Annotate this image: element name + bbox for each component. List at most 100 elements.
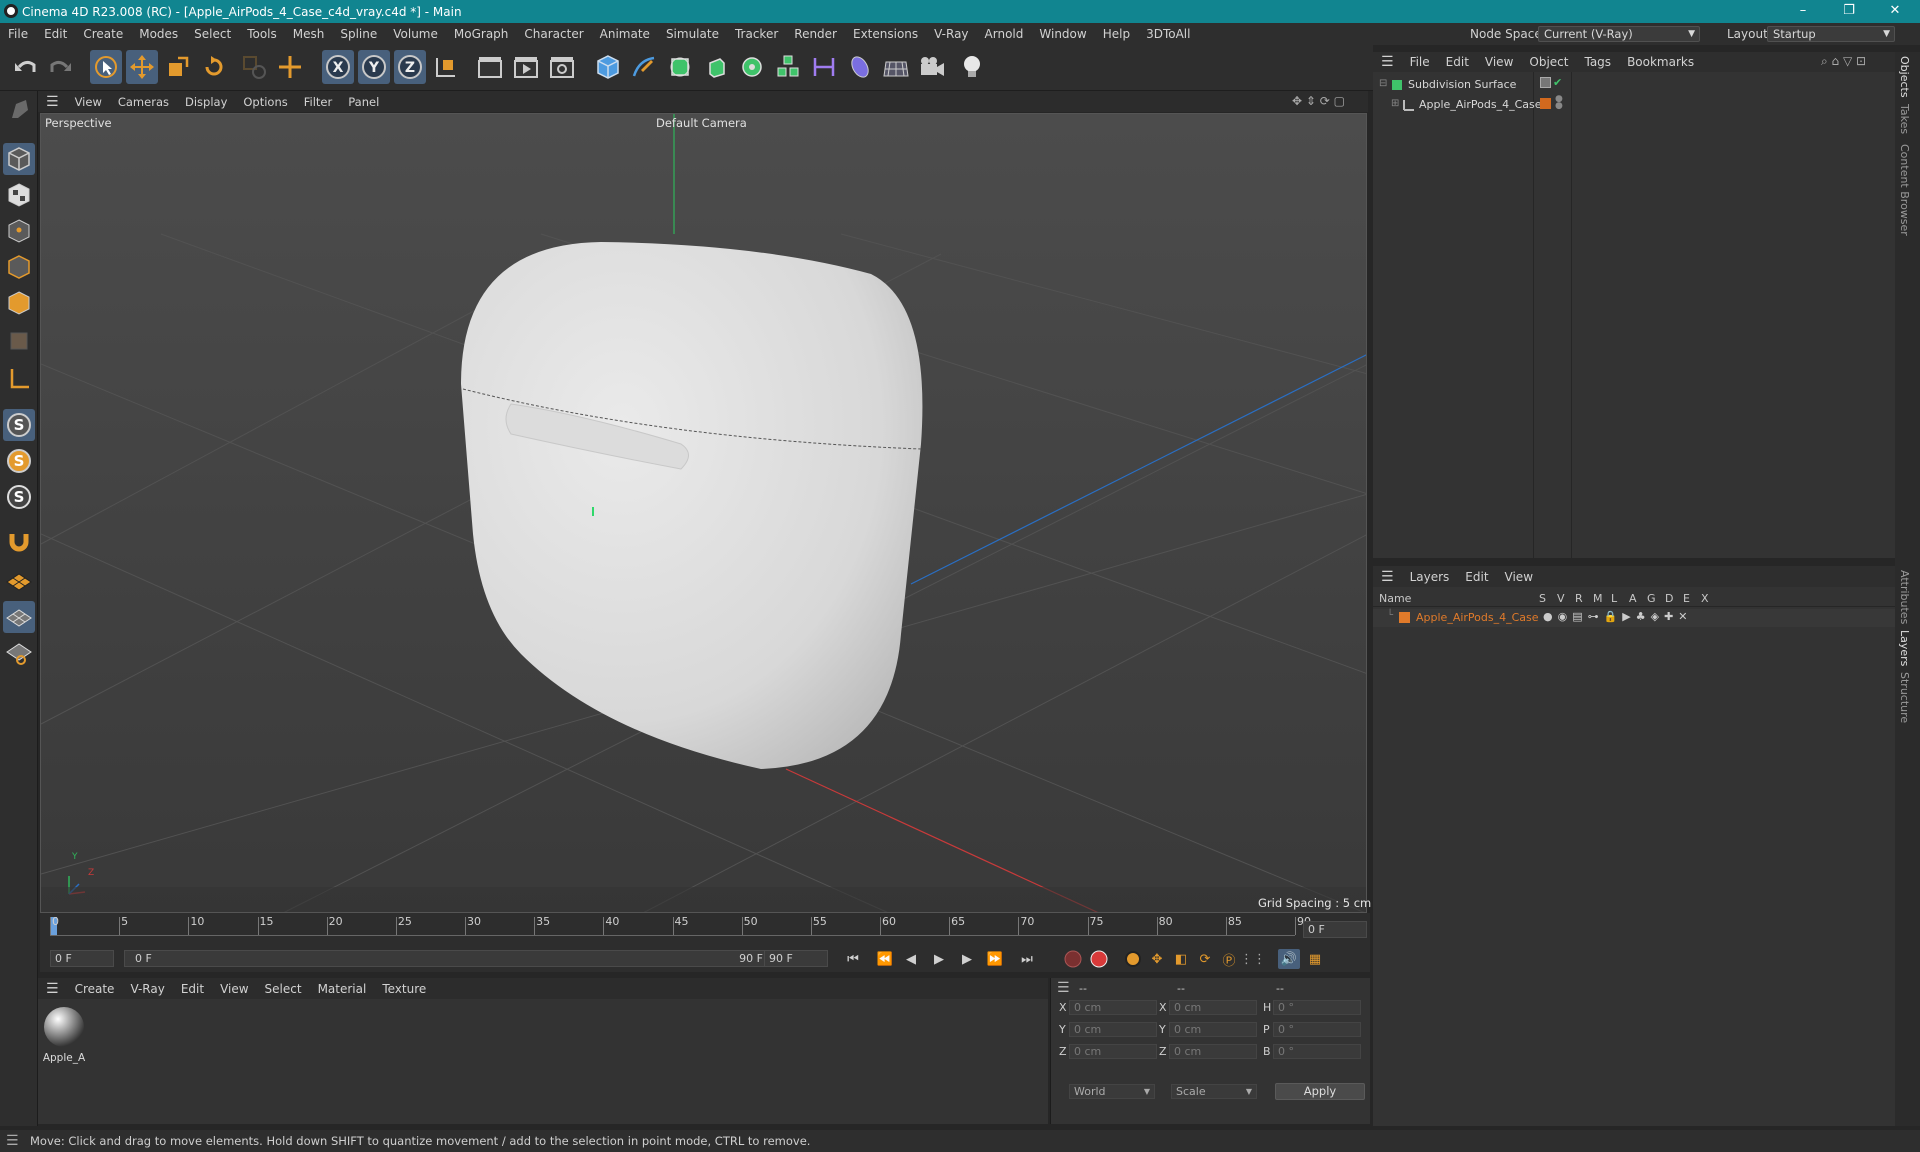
snap-settings-button[interactable]: S bbox=[3, 445, 35, 477]
key-scale-button[interactable]: ◧ bbox=[1170, 949, 1192, 969]
coordinate-system-button[interactable] bbox=[430, 50, 462, 84]
array-button[interactable] bbox=[772, 50, 804, 84]
subdivision-button[interactable] bbox=[664, 50, 696, 84]
next-key-button[interactable]: ⏩ bbox=[984, 949, 1006, 969]
panel-splitter[interactable] bbox=[1373, 558, 1895, 566]
menu-3dtoall[interactable]: 3DToAll bbox=[1138, 27, 1198, 41]
tab-takes[interactable]: Takes bbox=[1898, 104, 1911, 134]
menu-volume[interactable]: Volume bbox=[385, 27, 446, 41]
viewport-menu-panel[interactable]: Panel bbox=[340, 95, 387, 109]
layer-col-flag[interactable]: X bbox=[1701, 592, 1709, 605]
live-selection-button[interactable] bbox=[90, 50, 122, 84]
move-button[interactable] bbox=[126, 50, 158, 84]
layer-color-swatch[interactable] bbox=[1540, 98, 1551, 109]
expand-icon[interactable]: ⊞ bbox=[1391, 98, 1399, 109]
current-frame-field[interactable]: 0 F bbox=[1303, 921, 1367, 938]
layer-row[interactable]: └ Apple_AirPods_4_Case ●◉▤⊶🔒▶♣◈✚✕ bbox=[1373, 609, 1895, 627]
object-menu-object[interactable]: Object bbox=[1521, 55, 1576, 69]
coord-value-field[interactable]: 0 cm bbox=[1069, 1000, 1157, 1015]
visibility-dots-icon[interactable]: ● ● bbox=[1555, 95, 1563, 111]
layer-col-flag[interactable]: M bbox=[1593, 592, 1603, 605]
layer-tag-icon[interactable] bbox=[1540, 77, 1551, 88]
timeline-ruler[interactable]: 051015202530354045505560657075808590 0 F bbox=[40, 913, 1370, 946]
menu-vray[interactable]: V-Ray bbox=[926, 27, 976, 41]
material-menu-vray[interactable]: V-Ray bbox=[122, 982, 172, 996]
scale-button[interactable] bbox=[162, 50, 194, 84]
hamburger-icon[interactable]: ☰ bbox=[38, 94, 67, 110]
model-mode-button[interactable] bbox=[3, 93, 35, 125]
3d-viewport[interactable] bbox=[40, 113, 1367, 913]
menu-create[interactable]: Create bbox=[75, 27, 131, 41]
snap-button[interactable]: S bbox=[3, 409, 35, 441]
material-menu-edit[interactable]: Edit bbox=[173, 982, 212, 996]
layer-col-flag[interactable]: D bbox=[1665, 592, 1673, 605]
tab-objects[interactable]: Objects bbox=[1898, 56, 1911, 98]
menu-select[interactable]: Select bbox=[186, 27, 239, 41]
menu-simulate[interactable]: Simulate bbox=[658, 27, 727, 41]
undo-button[interactable] bbox=[10, 50, 42, 84]
menu-spline[interactable]: Spline bbox=[332, 27, 385, 41]
object-row-airpods[interactable]: ⊞ Apple_AirPods_4_Case ● ● bbox=[1373, 95, 1895, 114]
layer-flag-icons[interactable]: ●◉▤⊶🔒▶♣◈✚✕ bbox=[1543, 610, 1693, 623]
tab-content-browser[interactable]: Content Browser bbox=[1898, 144, 1911, 236]
polygons-mode-button[interactable] bbox=[3, 287, 35, 319]
redo-button[interactable] bbox=[44, 50, 76, 84]
z-axis-lock-button[interactable]: Z bbox=[394, 50, 426, 84]
layer-name[interactable]: Apple_AirPods_4_Case bbox=[1416, 611, 1539, 624]
coord-value-field[interactable]: 0 cm bbox=[1069, 1044, 1157, 1059]
menu-tools[interactable]: Tools bbox=[239, 27, 285, 41]
maximize-button[interactable]: ❐ bbox=[1826, 0, 1872, 23]
node-space-dropdown[interactable]: Current (V-Ray) ▼ bbox=[1538, 26, 1700, 42]
tweak-mode-button[interactable] bbox=[3, 525, 35, 557]
go-to-end-button[interactable]: ⏭ bbox=[1016, 949, 1038, 969]
coord-space-dropdown[interactable]: World ▼ bbox=[1069, 1084, 1155, 1099]
render-picture-viewer-button[interactable] bbox=[510, 50, 542, 84]
play-button[interactable]: ▶ bbox=[928, 949, 950, 969]
field-button[interactable] bbox=[844, 50, 876, 84]
menu-file[interactable]: File bbox=[0, 27, 36, 41]
viewport-menu-cameras[interactable]: Cameras bbox=[110, 95, 177, 109]
texture-mode-button[interactable] bbox=[3, 179, 35, 211]
material-menu-select[interactable]: Select bbox=[257, 982, 310, 996]
menu-mesh[interactable]: Mesh bbox=[285, 27, 333, 41]
menu-arnold[interactable]: Arnold bbox=[977, 27, 1032, 41]
material-menu-create[interactable]: Create bbox=[67, 982, 123, 996]
cube-object-button[interactable] bbox=[592, 50, 624, 84]
go-to-start-button[interactable]: ⏮ bbox=[842, 949, 864, 969]
material-item[interactable]: Apple_A bbox=[42, 1005, 86, 1065]
object-row-subdivision[interactable]: ⊟ Subdivision Surface ✔ bbox=[1373, 76, 1895, 94]
menu-window[interactable]: Window bbox=[1031, 27, 1094, 41]
workplane-align-button[interactable] bbox=[3, 601, 35, 633]
timeline-window-button[interactable]: ▦ bbox=[1304, 949, 1326, 969]
object-menu-edit[interactable]: Edit bbox=[1438, 55, 1477, 69]
rotate-button[interactable] bbox=[198, 50, 230, 84]
layer-menu-layers[interactable]: Layers bbox=[1402, 570, 1458, 584]
object-menu-file[interactable]: File bbox=[1402, 55, 1438, 69]
hamburger-icon[interactable]: ☰ bbox=[38, 981, 67, 997]
viewport-menu-filter[interactable]: Filter bbox=[296, 95, 340, 109]
hamburger-icon[interactable]: ☰ bbox=[6, 1130, 19, 1152]
previous-frame-button[interactable]: ◀ bbox=[900, 949, 922, 969]
menu-render[interactable]: Render bbox=[786, 27, 845, 41]
points-mode-button[interactable] bbox=[3, 215, 35, 247]
deformer-button[interactable] bbox=[808, 50, 840, 84]
layer-col-flag[interactable]: E bbox=[1683, 592, 1690, 605]
key-rotation-button[interactable]: ⟳ bbox=[1194, 949, 1216, 969]
tab-layers[interactable]: Layers bbox=[1898, 630, 1911, 666]
menu-modes[interactable]: Modes bbox=[131, 27, 186, 41]
recent-tools-button[interactable] bbox=[238, 50, 270, 84]
viewport-navigate-icons[interactable]: ✥ ⇕ ⟳ ▢ bbox=[1292, 94, 1345, 108]
key-pla-button[interactable]: ⋮⋮ bbox=[1240, 949, 1266, 969]
layer-col-flag[interactable]: L bbox=[1611, 592, 1617, 605]
layer-col-flag[interactable]: R bbox=[1575, 592, 1583, 605]
coord-value-field[interactable]: 0 ° bbox=[1273, 1022, 1361, 1037]
frame-range-slider[interactable]: 0 F 90 F bbox=[124, 950, 784, 967]
uv-mode-button[interactable] bbox=[3, 325, 35, 357]
next-frame-button[interactable]: ▶ bbox=[956, 949, 978, 969]
layer-color-swatch[interactable] bbox=[1399, 612, 1410, 623]
extrude-button[interactable] bbox=[700, 50, 732, 84]
menu-extensions[interactable]: Extensions bbox=[845, 27, 926, 41]
light-button[interactable] bbox=[956, 50, 988, 84]
end-frame-field[interactable]: 90 F bbox=[764, 950, 828, 967]
coord-value-field[interactable]: 0 cm bbox=[1169, 1044, 1257, 1059]
